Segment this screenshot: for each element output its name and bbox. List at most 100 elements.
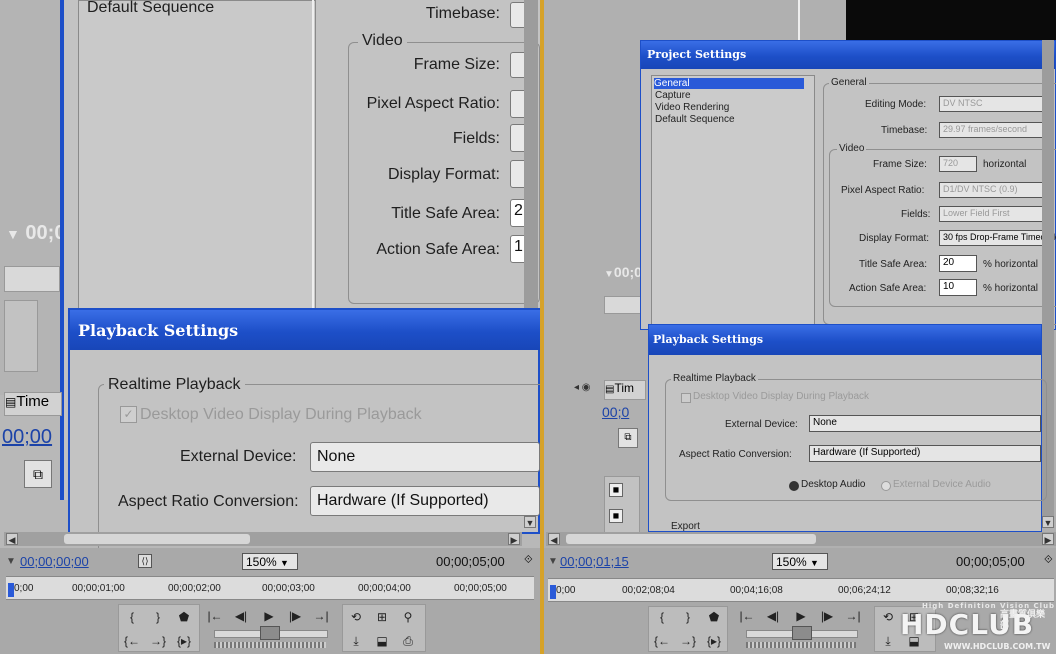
loop-icon[interactable]: ⟲ <box>879 609 897 625</box>
mark-in-icon[interactable]: { <box>123 609 141 625</box>
ruler-tick: 0;00 <box>556 585 576 596</box>
audio-track-toggle-icon[interactable]: ◼ <box>609 509 623 523</box>
goto-in-icon[interactable]: {← <box>123 633 141 649</box>
action-safe-field-right[interactable]: 10 <box>939 279 977 296</box>
desktop-video-checkbox[interactable]: ✓ <box>120 406 137 423</box>
insert-icon[interactable]: ⤓ <box>347 633 365 649</box>
current-timecode[interactable]: 00;00;00;00 <box>20 554 89 569</box>
list-item-default-sequence[interactable]: Default Sequence <box>655 114 735 125</box>
h-scroll-thumb-left[interactable] <box>64 534 250 544</box>
fields-dropdown[interactable]: Lower Field First <box>939 206 1049 222</box>
goto-out-icon[interactable]: →} <box>149 633 167 649</box>
editing-mode-label: Editing Mode: <box>865 99 927 110</box>
list-item-general[interactable]: General <box>654 78 804 89</box>
playhead-icon[interactable] <box>8 583 14 597</box>
mark-out-icon[interactable]: } <box>679 609 697 625</box>
play-icon[interactable]: ▶ <box>260 608 278 624</box>
step-forward-marker-icon[interactable]: →| <box>312 608 330 624</box>
step-back-marker-icon[interactable]: |← <box>738 608 756 624</box>
monitor-menu-icon[interactable]: ⟐ <box>524 554 533 567</box>
video-track-toggle-icon[interactable]: ◼ <box>609 483 623 497</box>
settings-category-list[interactable]: Default Sequence <box>78 0 316 320</box>
h-scrollbar-left[interactable] <box>4 532 522 546</box>
set-marker-icon[interactable]: ⬟ <box>705 609 723 625</box>
scroll-right-arrow-right[interactable]: ▶ <box>1042 533 1054 545</box>
zoom-dropdown[interactable]: 150% ▼ <box>242 553 298 570</box>
project-settings-titlebar[interactable]: Project Settings <box>641 41 1055 69</box>
mark-out-icon[interactable]: } <box>149 609 167 625</box>
external-audio-radio[interactable] <box>881 481 891 491</box>
shuttle-slider-thumb-right[interactable] <box>792 626 812 640</box>
play-in-out-icon[interactable]: {▸} <box>175 633 193 649</box>
play-in-out-icon[interactable]: {▸} <box>705 633 723 649</box>
frame-size-field-right[interactable]: 720 <box>939 156 977 172</box>
set-marker-icon[interactable]: ⬟ <box>175 609 193 625</box>
slider-track-right[interactable] <box>604 296 642 314</box>
pixel-aspect-dropdown[interactable]: D1/DV NTSC (0.9) <box>939 182 1049 198</box>
h-scroll-thumb-right[interactable] <box>566 534 816 544</box>
overlay-icon[interactable]: ⬓ <box>373 633 391 649</box>
step-back-icon[interactable]: ◀| <box>764 608 782 624</box>
export-legend: Export <box>671 521 700 532</box>
output-icon[interactable]: ⚲ <box>399 609 417 625</box>
external-device-dropdown-right[interactable]: None <box>809 415 1041 432</box>
project-settings-category-list[interactable]: General Capture Video Rendering Default … <box>651 75 815 325</box>
export-frame-icon[interactable]: ⎙ <box>399 633 417 649</box>
insert-icon[interactable]: ⤓ <box>879 633 897 649</box>
snap-button-right[interactable]: ⧉ <box>618 428 638 448</box>
goto-in-icon[interactable]: {← <box>653 633 671 649</box>
loop-icon[interactable]: ⟲ <box>347 609 365 625</box>
step-back-marker-icon[interactable]: |← <box>206 608 224 624</box>
playback-settings-title-right: Playback Settings <box>653 333 764 346</box>
h-scrollbar-right[interactable] <box>546 532 1056 546</box>
slider-track[interactable] <box>4 266 60 292</box>
zoom-dropdown-right[interactable]: 150% ▼ <box>772 553 828 570</box>
sequence-marker-button[interactable]: ⟨⟩ <box>138 554 152 568</box>
timebase-dropdown[interactable]: 29.97 frames/second <box>939 122 1049 138</box>
aspect-ratio-conversion-dropdown[interactable]: Hardware (If Supported) <box>310 486 540 516</box>
desktop-video-checkbox-right[interactable] <box>681 393 691 403</box>
playback-settings-titlebar-right[interactable]: Playback Settings <box>649 325 1041 355</box>
desktop-audio-radio[interactable] <box>789 481 799 491</box>
playback-settings-titlebar[interactable]: Playback Settings <box>70 310 540 350</box>
step-forward-icon[interactable]: |▶ <box>818 608 836 624</box>
tab-close-icon[interactable]: ◂ ◉ <box>574 382 591 393</box>
aspect-ratio-dropdown-right[interactable]: Hardware (If Supported) <box>809 445 1041 462</box>
scroll-left-arrow[interactable]: ◀ <box>6 533 18 545</box>
external-device-label: External Device: <box>180 448 297 465</box>
timeline-timecode[interactable]: 00;00 <box>2 426 52 449</box>
timeline-tab-right[interactable]: ▤Tim <box>604 380 646 400</box>
jog-wheel-right[interactable] <box>746 642 856 648</box>
scroll-down-arrow-left[interactable]: ▼ <box>524 516 536 528</box>
step-back-icon[interactable]: ◀| <box>232 608 250 624</box>
timeline-tab[interactable]: ▤Time <box>4 392 62 416</box>
duration-timecode: 00;00;05;00 <box>436 554 505 569</box>
list-item-video-rendering[interactable]: Video Rendering <box>655 102 729 113</box>
time-ruler-right[interactable]: 0;00 00;02;08;04 00;04;16;08 00;06;24;12… <box>548 578 1054 602</box>
mark-in-icon[interactable]: { <box>653 609 671 625</box>
timeline-timecode-right[interactable]: 00;0 <box>602 404 629 420</box>
scroll-down-arrow-right[interactable]: ▼ <box>1042 516 1054 528</box>
goto-out-icon[interactable]: →} <box>679 633 697 649</box>
scroll-right-arrow[interactable]: ▶ <box>508 533 520 545</box>
play-icon[interactable]: ▶ <box>792 608 810 624</box>
playback-settings-dialog-right: Playback Settings Realtime Playback Desk… <box>648 324 1047 532</box>
monitor-menu-icon-right[interactable]: ⟐ <box>1044 554 1053 567</box>
snap-button[interactable]: ⧉ <box>24 460 52 488</box>
list-item-capture[interactable]: Capture <box>655 90 691 101</box>
step-forward-icon[interactable]: |▶ <box>286 608 304 624</box>
safe-margins-icon[interactable]: ⊞ <box>373 609 391 625</box>
list-item-default-sequence[interactable]: Default Sequence <box>87 0 214 17</box>
editing-mode-dropdown[interactable]: DV NTSC <box>939 96 1049 112</box>
jog-wheel[interactable] <box>214 642 326 648</box>
monitor-controls-right: ▼ 00;00;01;15 150% ▼ 00;00;05;00 ⟐ 0;00 … <box>544 548 1056 654</box>
step-forward-marker-icon[interactable]: →| <box>844 608 862 624</box>
playhead-icon-right[interactable] <box>550 585 556 599</box>
scroll-left-arrow-right[interactable]: ◀ <box>548 533 560 545</box>
time-ruler-left[interactable]: 0;00 00;00;01;00 00;00;02;00 00;00;03;00… <box>6 576 534 600</box>
shuttle-slider-thumb[interactable] <box>260 626 280 640</box>
current-timecode-right[interactable]: 00;00;01;15 <box>560 554 629 569</box>
display-format-dropdown[interactable]: 30 fps Drop-Frame Timecode <box>939 230 1056 246</box>
title-safe-field-right[interactable]: 20 <box>939 255 977 272</box>
external-device-dropdown[interactable]: None <box>310 442 540 472</box>
